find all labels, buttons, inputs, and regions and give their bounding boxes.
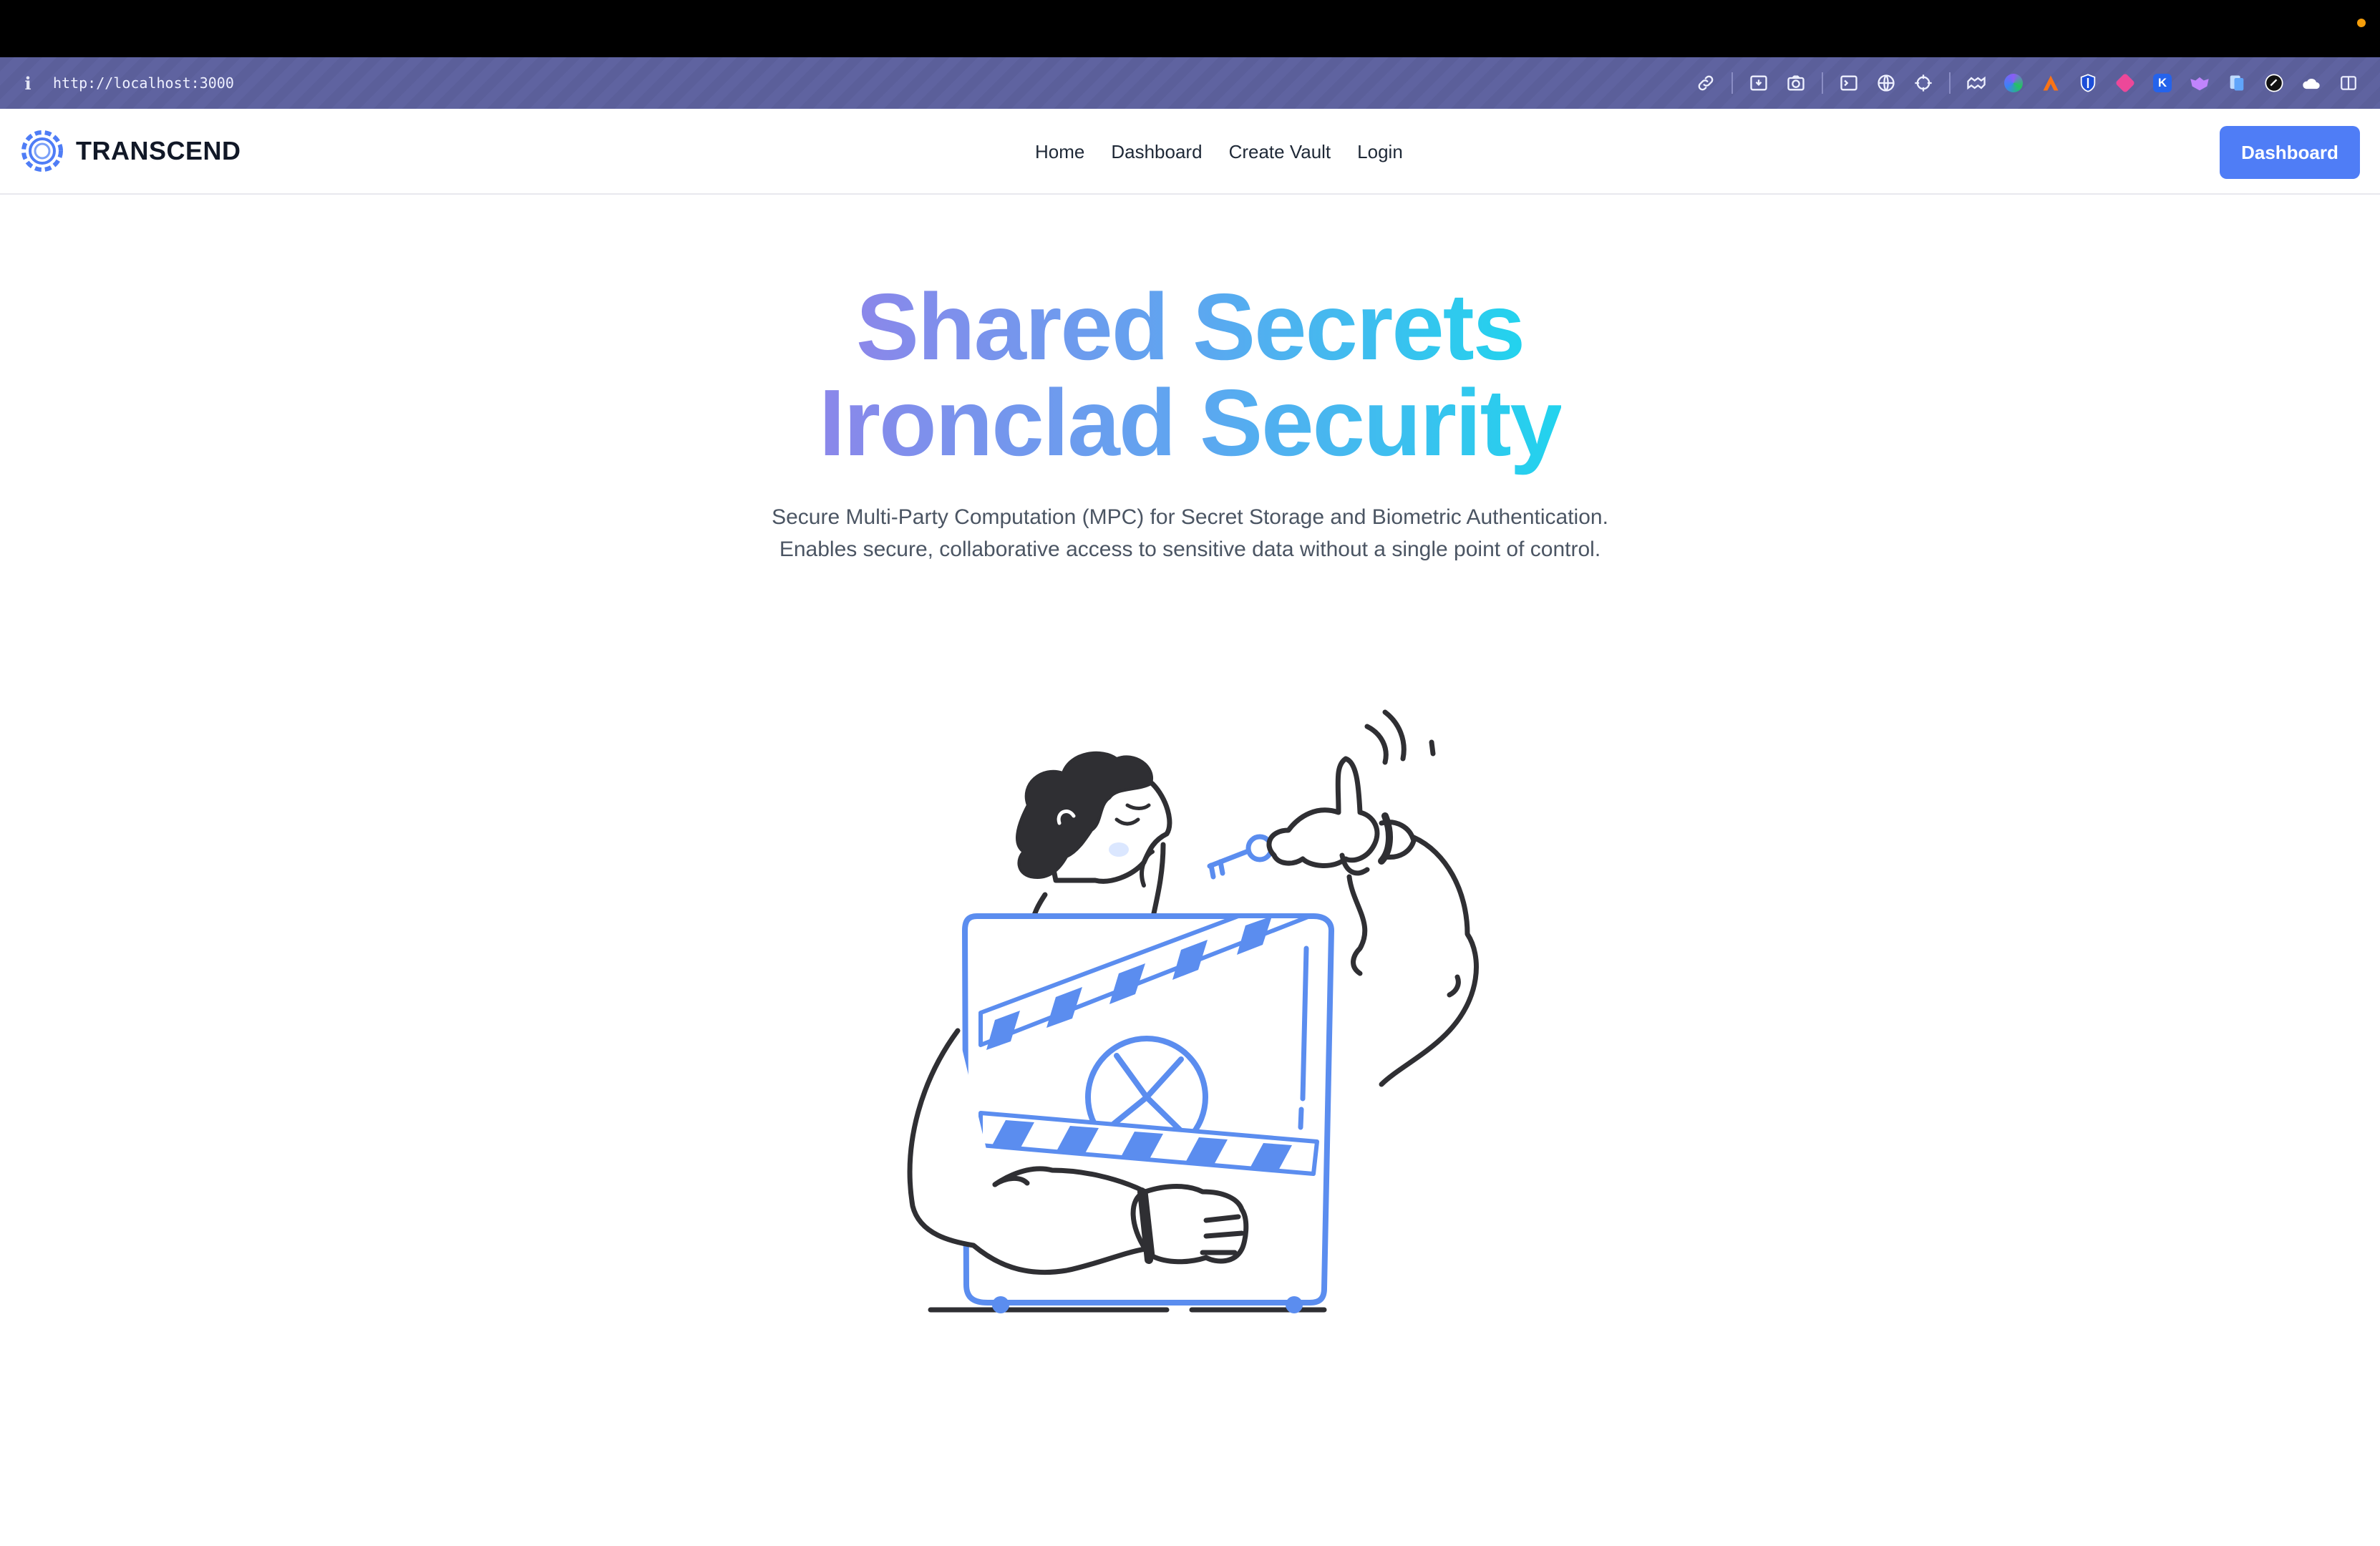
crosshair-icon[interactable] bbox=[1905, 57, 1942, 109]
person-raised-hand bbox=[1266, 756, 1417, 876]
transcend-logo-icon bbox=[21, 130, 63, 172]
browser-toolbar: K bbox=[1687, 57, 2367, 109]
save-page-icon[interactable] bbox=[1740, 57, 1777, 109]
vault-illustration bbox=[907, 709, 1479, 1313]
brand-name: TRANSCEND bbox=[76, 136, 241, 165]
url-field[interactable]: http://localhost:3000 bbox=[53, 74, 234, 92]
key-icon bbox=[1207, 834, 1274, 880]
nav-link-dashboard[interactable]: Dashboard bbox=[1111, 141, 1202, 163]
brand[interactable]: TRANSCEND bbox=[20, 129, 241, 173]
terminal-icon[interactable] bbox=[1830, 57, 1867, 109]
recording-indicator-icon bbox=[2357, 19, 2366, 27]
copy-icon[interactable] bbox=[2218, 57, 2255, 109]
motion-lines bbox=[1364, 709, 1436, 765]
camera-icon[interactable] bbox=[1777, 57, 1815, 109]
k-app-icon[interactable]: K bbox=[2144, 57, 2181, 109]
toolbar-divider bbox=[1822, 72, 1823, 94]
mask-icon[interactable] bbox=[2181, 57, 2218, 109]
extensions-icon[interactable] bbox=[1958, 57, 1995, 109]
sidebar-toggle-icon[interactable] bbox=[2330, 57, 2367, 109]
cloud-icon[interactable] bbox=[2293, 57, 2330, 109]
globe-icon[interactable] bbox=[1867, 57, 1905, 109]
person-raised-arm bbox=[1346, 835, 1479, 1087]
site-header: TRANSCEND Home Dashboard Create Vault Lo… bbox=[0, 109, 2380, 195]
toolbar-divider bbox=[1731, 72, 1733, 94]
dashboard-button[interactable]: Dashboard bbox=[2220, 126, 2360, 179]
nav-link-home[interactable]: Home bbox=[1035, 141, 1084, 163]
hero-title-line-1: Shared Secrets bbox=[855, 274, 1525, 379]
info-icon[interactable]: i bbox=[21, 73, 34, 94]
color-palette-icon[interactable] bbox=[1995, 57, 2032, 109]
nav-link-create-vault[interactable]: Create Vault bbox=[1229, 141, 1331, 163]
hero-subtitle: Secure Multi-Party Computation (MPC) for… bbox=[772, 505, 1608, 561]
nav-link-login[interactable]: Login bbox=[1357, 141, 1403, 163]
hero-section: Shared Secrets Ironclad Security bbox=[0, 279, 2380, 471]
link-icon[interactable] bbox=[1687, 57, 1724, 109]
toolbar-divider bbox=[1949, 72, 1951, 94]
hero-title: Shared Secrets Ironclad Security bbox=[0, 279, 2380, 471]
system-bar bbox=[0, 0, 2380, 57]
person-head bbox=[1016, 751, 1172, 888]
puzzle-icon[interactable] bbox=[2107, 57, 2144, 109]
main-menu: Home Dashboard Create Vault Login bbox=[1035, 109, 1403, 195]
hero-title-line-2: Ironclad Security bbox=[818, 370, 1563, 475]
browser-address-bar: i http://localhost:3000 K bbox=[0, 57, 2380, 109]
shield-icon[interactable] bbox=[2069, 57, 2107, 109]
dark-circle-icon[interactable] bbox=[2255, 57, 2293, 109]
arrow-app-icon[interactable] bbox=[2032, 57, 2069, 109]
